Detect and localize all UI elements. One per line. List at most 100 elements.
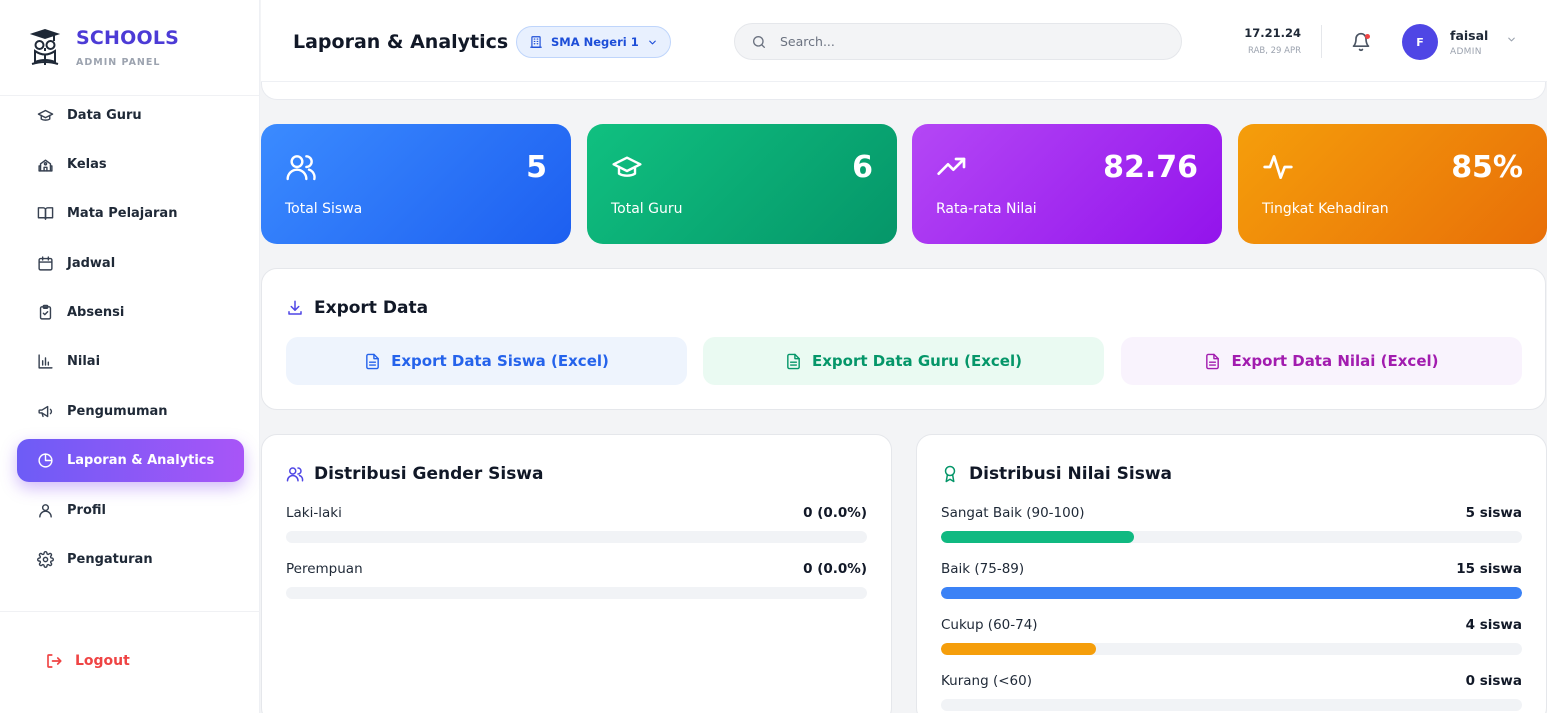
- users-icon: [286, 467, 304, 482]
- topbar: Laporan & Analytics SMA Negeri 1 17.21.2…: [261, 0, 1547, 82]
- file-text-icon: [366, 353, 379, 369]
- sidebar-item-label: Profil: [67, 503, 106, 518]
- stat-card-total-siswa: 5 Total Siswa: [261, 124, 571, 244]
- logout-icon: [47, 654, 62, 668]
- user-name: faisal: [1450, 27, 1489, 43]
- stat-card-total-guru: 6 Total Guru: [587, 124, 897, 244]
- export-guru-label: Export Data Guru (Excel): [812, 352, 1022, 370]
- user-icon: [39, 504, 52, 518]
- brand[interactable]: SCHOOLS ADMIN PANEL: [0, 0, 259, 96]
- chevron-down-icon: [648, 40, 656, 44]
- gender-row-label: Perempuan: [286, 561, 363, 577]
- trending-up-icon: [937, 157, 966, 175]
- export-siswa-label: Export Data Siswa (Excel): [391, 352, 609, 370]
- user-menu[interactable]: F faisal ADMIN: [1402, 24, 1517, 60]
- building-icon: [530, 36, 542, 48]
- filter-card-edge: [261, 82, 1546, 100]
- clock-date: RAB, 29 APR: [1248, 46, 1301, 56]
- sidebar-item-label: Nilai: [67, 354, 101, 369]
- school-selector[interactable]: SMA Negeri 1: [516, 26, 671, 58]
- sidebar: SCHOOLS ADMIN PANEL Data Guru Kelas Mata…: [0, 0, 260, 713]
- stat-label: Total Guru: [611, 201, 683, 217]
- sidebar-item-label: Jadwal: [67, 256, 116, 271]
- stat-card-tingkat-kehadiran: 85% Tingkat Kehadiran: [1238, 124, 1547, 244]
- gender-row-label: Laki-laki: [286, 505, 342, 521]
- sidebar-item-mata-pelajaran[interactable]: Mata Pelajaran: [17, 192, 244, 235]
- export-card: Export Data Export Data Siswa (Excel) Ex…: [261, 268, 1546, 410]
- gender-row-value: 0 (0.0%): [803, 561, 867, 577]
- award-icon: [944, 465, 956, 483]
- stat-value: 5: [526, 150, 547, 185]
- export-nilai-button[interactable]: Export Data Nilai (Excel): [1121, 337, 1522, 385]
- stat-label: Total Siswa: [285, 201, 363, 217]
- grade-bar-track: [941, 643, 1522, 655]
- grade-row-label: Kurang (<60): [941, 673, 1032, 689]
- sidebar-item-label: Pengumuman: [67, 404, 168, 419]
- pie-chart-icon: [38, 453, 53, 468]
- export-siswa-button[interactable]: Export Data Siswa (Excel): [286, 337, 687, 385]
- megaphone-icon: [38, 405, 53, 418]
- sidebar-item-data-guru[interactable]: Data Guru: [17, 94, 244, 137]
- gender-card-title: Distribusi Gender Siswa: [286, 464, 543, 484]
- search-input[interactable]: [780, 34, 1140, 49]
- grade-bar-track: [941, 699, 1522, 711]
- stat-label: Rata-rata Nilai: [936, 201, 1037, 217]
- export-guru-button[interactable]: Export Data Guru (Excel): [703, 337, 1104, 385]
- grade-distribution-card: Distribusi Nilai Siswa Sangat Baik (90-1…: [916, 434, 1547, 713]
- stat-value: 82.76: [1103, 150, 1198, 185]
- gear-icon: [37, 551, 54, 568]
- clipboard-check-icon: [39, 304, 52, 320]
- sidebar-item-pengaturan[interactable]: Pengaturan: [17, 538, 244, 581]
- sidebar-item-label: Pengaturan: [67, 552, 153, 567]
- gender-distribution-card: Distribusi Gender Siswa Laki-laki 0 (0.0…: [261, 434, 892, 713]
- users-icon: [286, 155, 316, 181]
- clock: 17.21.24 RAB, 29 APR: [1229, 26, 1301, 56]
- topbar-divider: [1321, 25, 1322, 58]
- stat-card-rata-rata-nilai: 82.76 Rata-rata Nilai: [912, 124, 1222, 244]
- graduation-cap-icon: [612, 156, 642, 177]
- grade-row-value: 5 siswa: [1465, 505, 1522, 521]
- sidebar-item-label: Kelas: [67, 157, 107, 172]
- sidebar-item-absensi[interactable]: Absensi: [17, 291, 244, 334]
- user-role: ADMIN: [1450, 46, 1482, 57]
- stat-value: 85%: [1451, 150, 1523, 185]
- sidebar-item-label: Absensi: [67, 305, 125, 320]
- avatar: F: [1402, 24, 1438, 60]
- school-selector-value: SMA Negeri 1: [551, 35, 639, 49]
- notification-dot: [1365, 34, 1370, 39]
- export-title-text: Export Data: [314, 298, 429, 318]
- logout-label: Logout: [75, 653, 130, 669]
- export-nilai-label: Export Data Nilai (Excel): [1231, 352, 1439, 370]
- owl-book-logo-icon: [29, 28, 61, 65]
- export-card-title: Export Data: [286, 298, 428, 318]
- grade-bar-track: [941, 531, 1522, 543]
- sidebar-item-label: Mata Pelajaran: [67, 206, 178, 221]
- gender-bar-track: [286, 587, 867, 599]
- sidebar-item-jadwal[interactable]: Jadwal: [17, 242, 244, 285]
- grade-row-value: 0 siswa: [1465, 673, 1522, 689]
- sidebar-item-kelas[interactable]: Kelas: [17, 143, 244, 186]
- school-building-icon: [38, 159, 53, 172]
- sidebar-item-profil[interactable]: Profil: [17, 489, 244, 532]
- search-bar[interactable]: [734, 23, 1182, 60]
- file-text-icon: [787, 353, 800, 369]
- stat-value: 6: [852, 150, 873, 185]
- activity-icon: [1263, 155, 1293, 179]
- chevron-down-icon: [1508, 37, 1516, 41]
- sidebar-item-laporan-analytics[interactable]: Laporan & Analytics: [17, 439, 244, 482]
- sidebar-item-label: Laporan & Analytics: [67, 453, 215, 468]
- sidebar-divider: [0, 611, 260, 612]
- search-icon: [753, 35, 765, 48]
- sidebar-item-nilai[interactable]: Nilai: [17, 340, 244, 383]
- brand-title: SCHOOLS: [76, 27, 180, 49]
- calendar-icon: [38, 256, 53, 271]
- grade-row-label: Sangat Baik (90-100): [941, 505, 1085, 521]
- logout-button[interactable]: Logout: [45, 652, 130, 670]
- grade-bar-fill: [941, 531, 1135, 543]
- gender-title-text: Distribusi Gender Siswa: [314, 464, 544, 484]
- stat-label: Tingkat Kehadiran: [1262, 201, 1389, 217]
- grade-bar-fill: [941, 643, 1097, 655]
- grade-bar-track: [941, 587, 1522, 599]
- grade-title-text: Distribusi Nilai Siswa: [969, 464, 1172, 484]
- sidebar-item-pengumuman[interactable]: Pengumuman: [17, 390, 244, 433]
